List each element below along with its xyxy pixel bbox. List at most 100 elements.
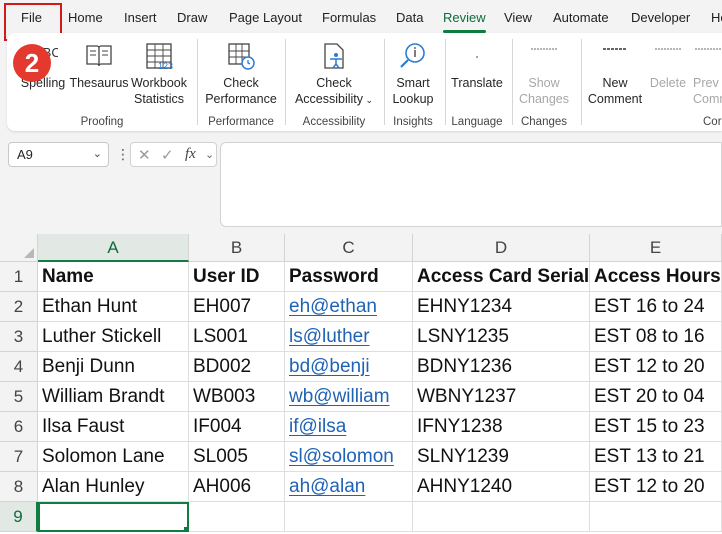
tab-insert[interactable]: Insert <box>124 10 157 25</box>
smart-lookup-button[interactable]: Smart Lookup <box>388 41 438 107</box>
table-cell[interactable]: EST 12 to 20 <box>590 472 722 502</box>
table-cell[interactable]: sl@solomon <box>285 442 413 472</box>
performance-icon <box>228 43 255 70</box>
table-cell[interactable]: EST 20 to 04 <box>590 382 722 412</box>
table-cell[interactable]: Luther Stickell <box>38 322 189 352</box>
step-badge: 2 <box>13 44 51 82</box>
table-cell[interactable]: EST 08 to 16 <box>590 322 722 352</box>
table-cell[interactable]: Alan Hunley <box>38 472 189 502</box>
select-all-corner[interactable] <box>0 234 38 262</box>
row-header-7[interactable]: 7 <box>0 442 38 472</box>
workbook-statistics-button[interactable]: 123 Workbook Statistics <box>129 41 189 107</box>
check-performance-button[interactable]: Check Performance <box>204 41 278 107</box>
formula-input[interactable] <box>220 142 722 227</box>
table-cell[interactable] <box>38 502 189 532</box>
tab-view[interactable]: View <box>504 10 532 25</box>
tab-automate[interactable]: Automate <box>553 10 609 25</box>
svg-text:123: 123 <box>158 61 173 71</box>
row-header-1[interactable]: 1 <box>0 262 38 292</box>
table-cell[interactable]: EH007 <box>189 292 285 322</box>
table-cell[interactable]: bd@benji <box>285 352 413 382</box>
group-separator <box>512 39 513 125</box>
chevron-down-icon[interactable]: ⌄ <box>93 147 102 160</box>
tab-draw[interactable]: Draw <box>177 10 207 25</box>
table-cell[interactable]: Ilsa Faust <box>38 412 189 442</box>
check-accessibility-button[interactable]: Check Accessibility ⌄ <box>292 41 376 108</box>
column-header-d[interactable]: D <box>413 234 590 262</box>
table-header-cell[interactable]: Access Hours <box>590 262 722 292</box>
row-header-2[interactable]: 2 <box>0 292 38 322</box>
language-group-label: Language <box>451 116 503 128</box>
tab-he[interactable]: He <box>711 10 722 25</box>
table-cell[interactable]: EHNY1234 <box>413 292 590 322</box>
table-cell[interactable]: BD002 <box>189 352 285 382</box>
table-header-cell[interactable]: Password <box>285 262 413 292</box>
tab-data[interactable]: Data <box>396 10 423 25</box>
table-cell[interactable]: SLNY1239 <box>413 442 590 472</box>
table-cell[interactable]: ah@alan <box>285 472 413 502</box>
table-cell[interactable]: WB003 <box>189 382 285 412</box>
changes-group-label: Changes <box>520 116 568 128</box>
table-cell[interactable]: EST 12 to 20 <box>590 352 722 382</box>
column-header-a[interactable]: A <box>38 234 189 262</box>
table-cell[interactable]: wb@william <box>285 382 413 412</box>
table-header-cell[interactable]: Name <box>38 262 189 292</box>
table-cell[interactable]: IF004 <box>189 412 285 442</box>
tab-home[interactable]: Home <box>68 10 103 25</box>
row-header-3[interactable]: 3 <box>0 322 38 352</box>
table-cell[interactable]: AHNY1240 <box>413 472 590 502</box>
table-cell[interactable]: Solomon Lane <box>38 442 189 472</box>
table-cell[interactable]: BDNY1236 <box>413 352 590 382</box>
table-cell[interactable]: ls@luther <box>285 322 413 352</box>
translate-button[interactable]: Translate <box>449 41 505 91</box>
table-cell[interactable]: LSNY1235 <box>413 322 590 352</box>
row-header-8[interactable]: 8 <box>0 472 38 502</box>
table-cell[interactable] <box>189 502 285 532</box>
row-header-9[interactable]: 9 <box>0 502 38 532</box>
table-cell[interactable]: if@ilsa <box>285 412 413 442</box>
more-options-icon[interactable]: ⋮ <box>116 146 130 163</box>
table-cell[interactable]: William Brandt <box>38 382 189 412</box>
tab-developer[interactable]: Developer <box>631 10 690 25</box>
insert-function-button[interactable]: fx <box>185 146 196 163</box>
delete-comment-button[interactable]: Delete <box>645 41 691 91</box>
table-cell[interactable]: WBNY1237 <box>413 382 590 412</box>
table-cell[interactable]: EST 15 to 23 <box>590 412 722 442</box>
column-header-e[interactable]: E <box>590 234 722 262</box>
column-header-b[interactable]: B <box>189 234 285 262</box>
table-cell[interactable] <box>413 502 590 532</box>
table-cell[interactable]: eh@ethan <box>285 292 413 322</box>
tab-page-layout[interactable]: Page Layout <box>229 10 302 25</box>
accessibility-group-label: Accessibility <box>302 116 366 128</box>
table-cell[interactable]: LS001 <box>189 322 285 352</box>
smart-lookup-icon <box>400 43 425 68</box>
table-cell[interactable] <box>285 502 413 532</box>
comments-group-label: Cor <box>703 116 722 128</box>
table-cell[interactable]: EST 16 to 24 <box>590 292 722 322</box>
table-header-cell[interactable]: Access Card Serial <box>413 262 590 292</box>
row-header-4[interactable]: 4 <box>0 352 38 382</box>
name-box[interactable]: A9 ⌄ <box>8 142 109 167</box>
tab-review[interactable]: Review <box>443 10 486 33</box>
row-header-6[interactable]: 6 <box>0 412 38 442</box>
table-cell[interactable]: IFNY1238 <box>413 412 590 442</box>
table-cell[interactable]: Ethan Hunt <box>38 292 189 322</box>
table-cell[interactable]: AH006 <box>189 472 285 502</box>
cancel-icon[interactable]: ✕ <box>138 146 151 164</box>
row-header-5[interactable]: 5 <box>0 382 38 412</box>
table-cell[interactable]: SL005 <box>189 442 285 472</box>
column-header-c[interactable]: C <box>285 234 413 262</box>
table-cell[interactable]: Benji Dunn <box>38 352 189 382</box>
show-changes-button[interactable]: Show Changes <box>514 41 574 107</box>
show-changes-icon <box>531 48 557 50</box>
previous-comment-button[interactable]: Prev Comm <box>693 41 722 107</box>
chevron-down-icon[interactable]: ⌄ <box>205 148 214 161</box>
tab-formulas[interactable]: Formulas <box>322 10 376 25</box>
table-header-cell[interactable]: User ID <box>189 262 285 292</box>
new-comment-button[interactable]: New Comment <box>584 41 646 107</box>
table-cell[interactable] <box>590 502 722 532</box>
enter-check-icon[interactable]: ✓ <box>161 146 174 164</box>
group-separator <box>384 39 385 125</box>
thesaurus-button[interactable]: Thesaurus <box>69 41 129 91</box>
table-cell[interactable]: EST 13 to 21 <box>590 442 722 472</box>
